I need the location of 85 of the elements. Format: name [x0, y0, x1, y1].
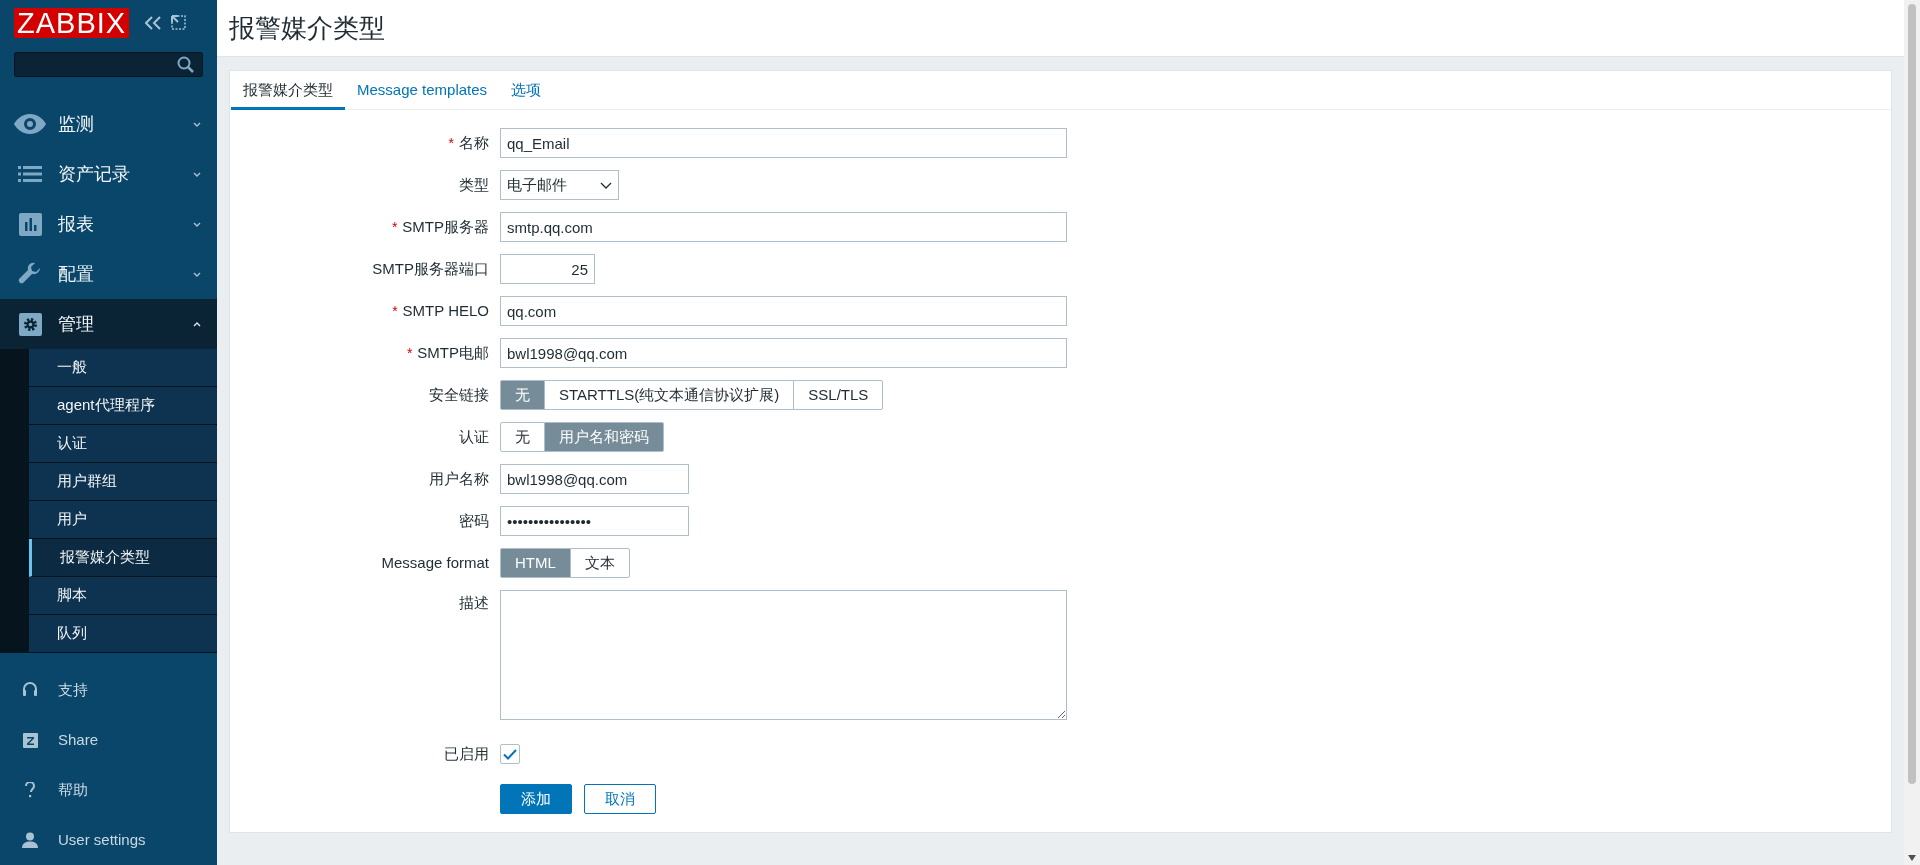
- caret-down-icon: [193, 271, 201, 277]
- field-label: 密码: [459, 510, 489, 531]
- sidebar-link[interactable]: Share: [0, 715, 217, 765]
- menu-item[interactable]: 报表: [0, 199, 217, 249]
- submenu-item[interactable]: 报警媒介类型: [29, 539, 217, 577]
- scrollbar[interactable]: [1904, 0, 1920, 865]
- field-label: 类型: [459, 174, 489, 195]
- field-label: SMTP电邮: [417, 342, 489, 363]
- field-label: 认证: [459, 426, 489, 447]
- required-asterisk: *: [448, 133, 454, 153]
- help-icon: [25, 782, 35, 798]
- collapse-sidebar-icon[interactable]: [145, 15, 162, 30]
- menu-label: 资产记录: [58, 162, 131, 186]
- submenu-item[interactable]: 队列: [29, 615, 217, 653]
- link-label: 帮助: [58, 779, 88, 800]
- z-logo-icon: [22, 732, 38, 748]
- cancel-button[interactable]: 取消: [584, 784, 656, 814]
- type-dropdown[interactable]: 电子邮件: [500, 170, 619, 200]
- submenu-item[interactable]: 认证: [29, 425, 217, 463]
- link-label: Share: [58, 729, 99, 750]
- menu-item[interactable]: 管理: [0, 299, 217, 349]
- link-label: User settings: [58, 829, 146, 850]
- headset-icon: [23, 682, 37, 698]
- number-field[interactable]: 25: [500, 254, 595, 284]
- tab[interactable]: 选项: [499, 71, 554, 110]
- sidebar-link[interactable]: User settings: [0, 815, 217, 865]
- input-field[interactable]: qq_Email: [500, 128, 1067, 158]
- caret-up-icon: [193, 321, 201, 327]
- menu-label: 配置: [58, 262, 95, 286]
- link-label: 支持: [58, 679, 88, 700]
- submenu-item[interactable]: 脚本: [29, 577, 217, 615]
- input-field[interactable]: smtp.qq.com: [500, 212, 1067, 242]
- field-label: 名称: [459, 132, 489, 153]
- input-field[interactable]: qq.com: [500, 296, 1067, 326]
- enabled-checkbox[interactable]: [500, 744, 520, 764]
- list-icon: [18, 166, 42, 182]
- bar-chart-icon: [18, 212, 42, 236]
- field-label: Message format: [381, 552, 489, 573]
- field-label: 已启用: [444, 743, 489, 764]
- wrench-icon: [18, 262, 42, 286]
- search-icon[interactable]: [177, 56, 194, 74]
- search-field[interactable]: [14, 52, 203, 77]
- field-label: SMTP HELO: [402, 300, 489, 321]
- scroll-down-icon[interactable]: [1908, 855, 1916, 861]
- add-button[interactable]: 添加: [500, 784, 572, 814]
- field-label: SMTP服务器端口: [372, 258, 489, 279]
- page-title: 报警媒介类型: [229, 11, 385, 45]
- gear-icon: [18, 312, 42, 336]
- eye-icon: [14, 114, 46, 134]
- submenu-item[interactable]: 用户群组: [29, 463, 217, 501]
- caret-down-icon: [193, 221, 201, 227]
- input-field[interactable]: ••••••••••••••••: [500, 506, 689, 536]
- menu-item[interactable]: 配置: [0, 249, 217, 299]
- tab[interactable]: 报警媒介类型: [231, 71, 345, 110]
- submenu-item[interactable]: 一般: [29, 349, 217, 387]
- segment-option[interactable]: 文本: [569, 548, 630, 578]
- required-asterisk: *: [406, 343, 413, 363]
- kiosk-mode-icon[interactable]: [171, 15, 187, 31]
- submenu-item[interactable]: 用户: [29, 501, 217, 539]
- field-label: SMTP服务器: [402, 216, 489, 237]
- tab[interactable]: Message templates: [345, 71, 500, 110]
- field-label: 描述: [459, 593, 489, 613]
- menu-label: 报表: [58, 212, 95, 236]
- submenu-item[interactable]: agent代理程序: [29, 387, 217, 425]
- menu-item[interactable]: 资产记录: [0, 149, 217, 199]
- segment-option[interactable]: 无: [500, 422, 545, 452]
- zabbix-logo[interactable]: ZABBIX: [14, 7, 130, 38]
- menu-item[interactable]: 监测: [0, 99, 217, 149]
- input-field[interactable]: bwl1998@qq.com: [500, 338, 1067, 368]
- required-asterisk: *: [391, 217, 398, 237]
- sidebar-link[interactable]: 帮助: [0, 765, 217, 815]
- menu-label: 管理: [58, 312, 95, 336]
- field-label: 安全链接: [429, 384, 489, 405]
- chevron-down-icon: [600, 181, 612, 189]
- input-field[interactable]: bwl1998@qq.com: [500, 464, 689, 494]
- description-field[interactable]: [500, 590, 1067, 720]
- required-asterisk: *: [392, 301, 398, 321]
- user-icon: [22, 832, 38, 848]
- sidebar-link[interactable]: 支持: [0, 665, 217, 715]
- menu-label: 监测: [58, 112, 95, 136]
- field-label: 用户名称: [429, 468, 489, 489]
- caret-down-icon: [193, 121, 201, 127]
- segment-option[interactable]: SSL/TLS: [793, 380, 884, 410]
- caret-down-icon: [193, 171, 201, 177]
- segment-option[interactable]: STARTTLS(纯文本通信协议扩展): [544, 380, 795, 410]
